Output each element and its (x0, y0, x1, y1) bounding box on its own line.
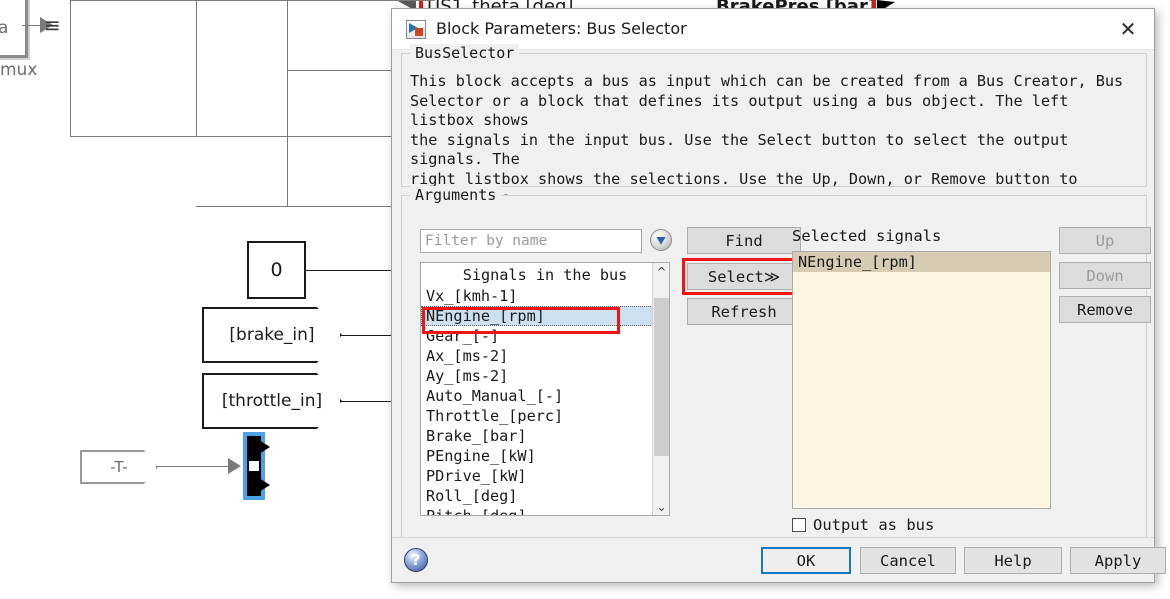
arguments-groupbox: Arguments ▼ Signals in the bus Vx_[kmh-1… (401, 186, 1151, 540)
description-group-title: BusSelector (410, 44, 520, 62)
wire-h-top (70, 0, 430, 1)
mux-port-label: a (0, 18, 9, 38)
signal-list-item[interactable]: Brake_[bar] (421, 426, 669, 446)
dialog-footer: ? OK Cancel Help Apply (392, 537, 1166, 582)
scrollbar-thumb[interactable] (654, 298, 669, 456)
close-icon[interactable]: ✕ (1108, 15, 1148, 43)
selected-signal-item[interactable]: NEngine_[rpm] (793, 252, 1050, 272)
signal-list-item[interactable]: Gear_[-] (421, 326, 669, 346)
wire-v-mid2 (287, 0, 288, 206)
signals-list-rows: Vx_[kmh-1] NEngine_[rpm] Gear_[-] Ax_[ms-2]… (421, 286, 669, 515)
signal-list-item[interactable]: Ax_[ms-2] (421, 346, 669, 366)
checkbox-box (792, 518, 806, 532)
help-button[interactable]: Help (964, 547, 1062, 574)
signal-list-item[interactable]: Throttle_[perc] (421, 406, 669, 426)
description-groupbox: BusSelector This block accepts a bus as … (401, 44, 1147, 227)
filter-input[interactable] (420, 229, 642, 253)
simulink-block-icon (406, 20, 426, 39)
signals-list-scrollbar[interactable]: ^ ⌄ (652, 263, 669, 515)
arrowhead-bus-in (228, 458, 241, 474)
goto-block-brake-in[interactable]: [brake_in] (202, 307, 342, 363)
wire-v-mid (196, 0, 197, 136)
select-button[interactable]: Select≫ (687, 263, 801, 290)
up-button[interactable]: Up (1059, 227, 1151, 254)
signals-in-bus-listbox[interactable]: Signals in the bus Vx_[kmh-1] NEngine_[rp… (420, 262, 670, 516)
signal-list-item[interactable]: PEngine_[kW] (421, 446, 669, 466)
cancel-button[interactable]: Cancel (860, 547, 956, 574)
output-as-bus-label: Output as bus (813, 516, 935, 534)
chevron-double-down-icon[interactable]: ▼ (650, 229, 672, 251)
apply-button[interactable]: Apply (1070, 547, 1166, 574)
ok-button[interactable]: OK (761, 547, 851, 574)
goto-block-t[interactable]: -T- (80, 450, 158, 484)
chevron-up-icon[interactable]: ^ (653, 263, 669, 280)
signal-list-item[interactable]: PDrive_[kW] (421, 466, 669, 486)
down-button[interactable]: Down (1059, 262, 1151, 289)
signal-list-item[interactable]: Auto_Manual_[-] (421, 386, 669, 406)
arguments-group-title: Arguments (410, 186, 502, 204)
mux-output-glyph: ≡ (44, 13, 61, 37)
wire-h-second (70, 136, 430, 137)
wire-v-left (70, 0, 71, 136)
selected-signals-listbox[interactable]: NEngine_[rpm] (792, 251, 1051, 509)
bus-selector-block[interactable] (243, 432, 270, 500)
signal-list-item[interactable]: Ay_[ms-2] (421, 366, 669, 386)
signal-list-item[interactable]: Vx_[kmh-1] (421, 286, 669, 306)
chevron-down-icon[interactable]: ⌄ (653, 498, 669, 515)
goto-block-throttle-in[interactable]: [throttle_in] (202, 373, 342, 429)
dialog-title: Block Parameters: Bus Selector (436, 19, 687, 38)
block-parameters-dialog: Block Parameters: Bus Selector ✕ BusSele… (391, 8, 1166, 583)
selected-signals-rows: NEngine_[rpm] (793, 252, 1050, 272)
refresh-button[interactable]: Refresh (687, 298, 801, 325)
bus-selector-output-port-2 (259, 478, 270, 492)
bus-selector-input-port (249, 459, 259, 473)
wire-t-out (156, 466, 232, 467)
signal-list-item[interactable]: Roll_[deg] (421, 486, 669, 506)
selected-signals-label: Selected signals (792, 227, 942, 245)
constant-block[interactable]: 0 (247, 241, 306, 299)
signal-list-item[interactable]: NEngine_[rpm] (421, 306, 669, 326)
help-icon[interactable]: ? (404, 548, 428, 572)
bus-selector-output-port-1 (259, 440, 270, 454)
find-button[interactable]: Find (687, 227, 801, 254)
output-as-bus-checkbox[interactable]: Output as bus (792, 516, 934, 534)
signals-list-header: Signals in the bus (462, 266, 628, 284)
mux-label: mux (0, 60, 38, 80)
remove-button[interactable]: Remove (1059, 296, 1151, 323)
signal-list-item[interactable]: Pitch_[deg] (421, 506, 669, 515)
